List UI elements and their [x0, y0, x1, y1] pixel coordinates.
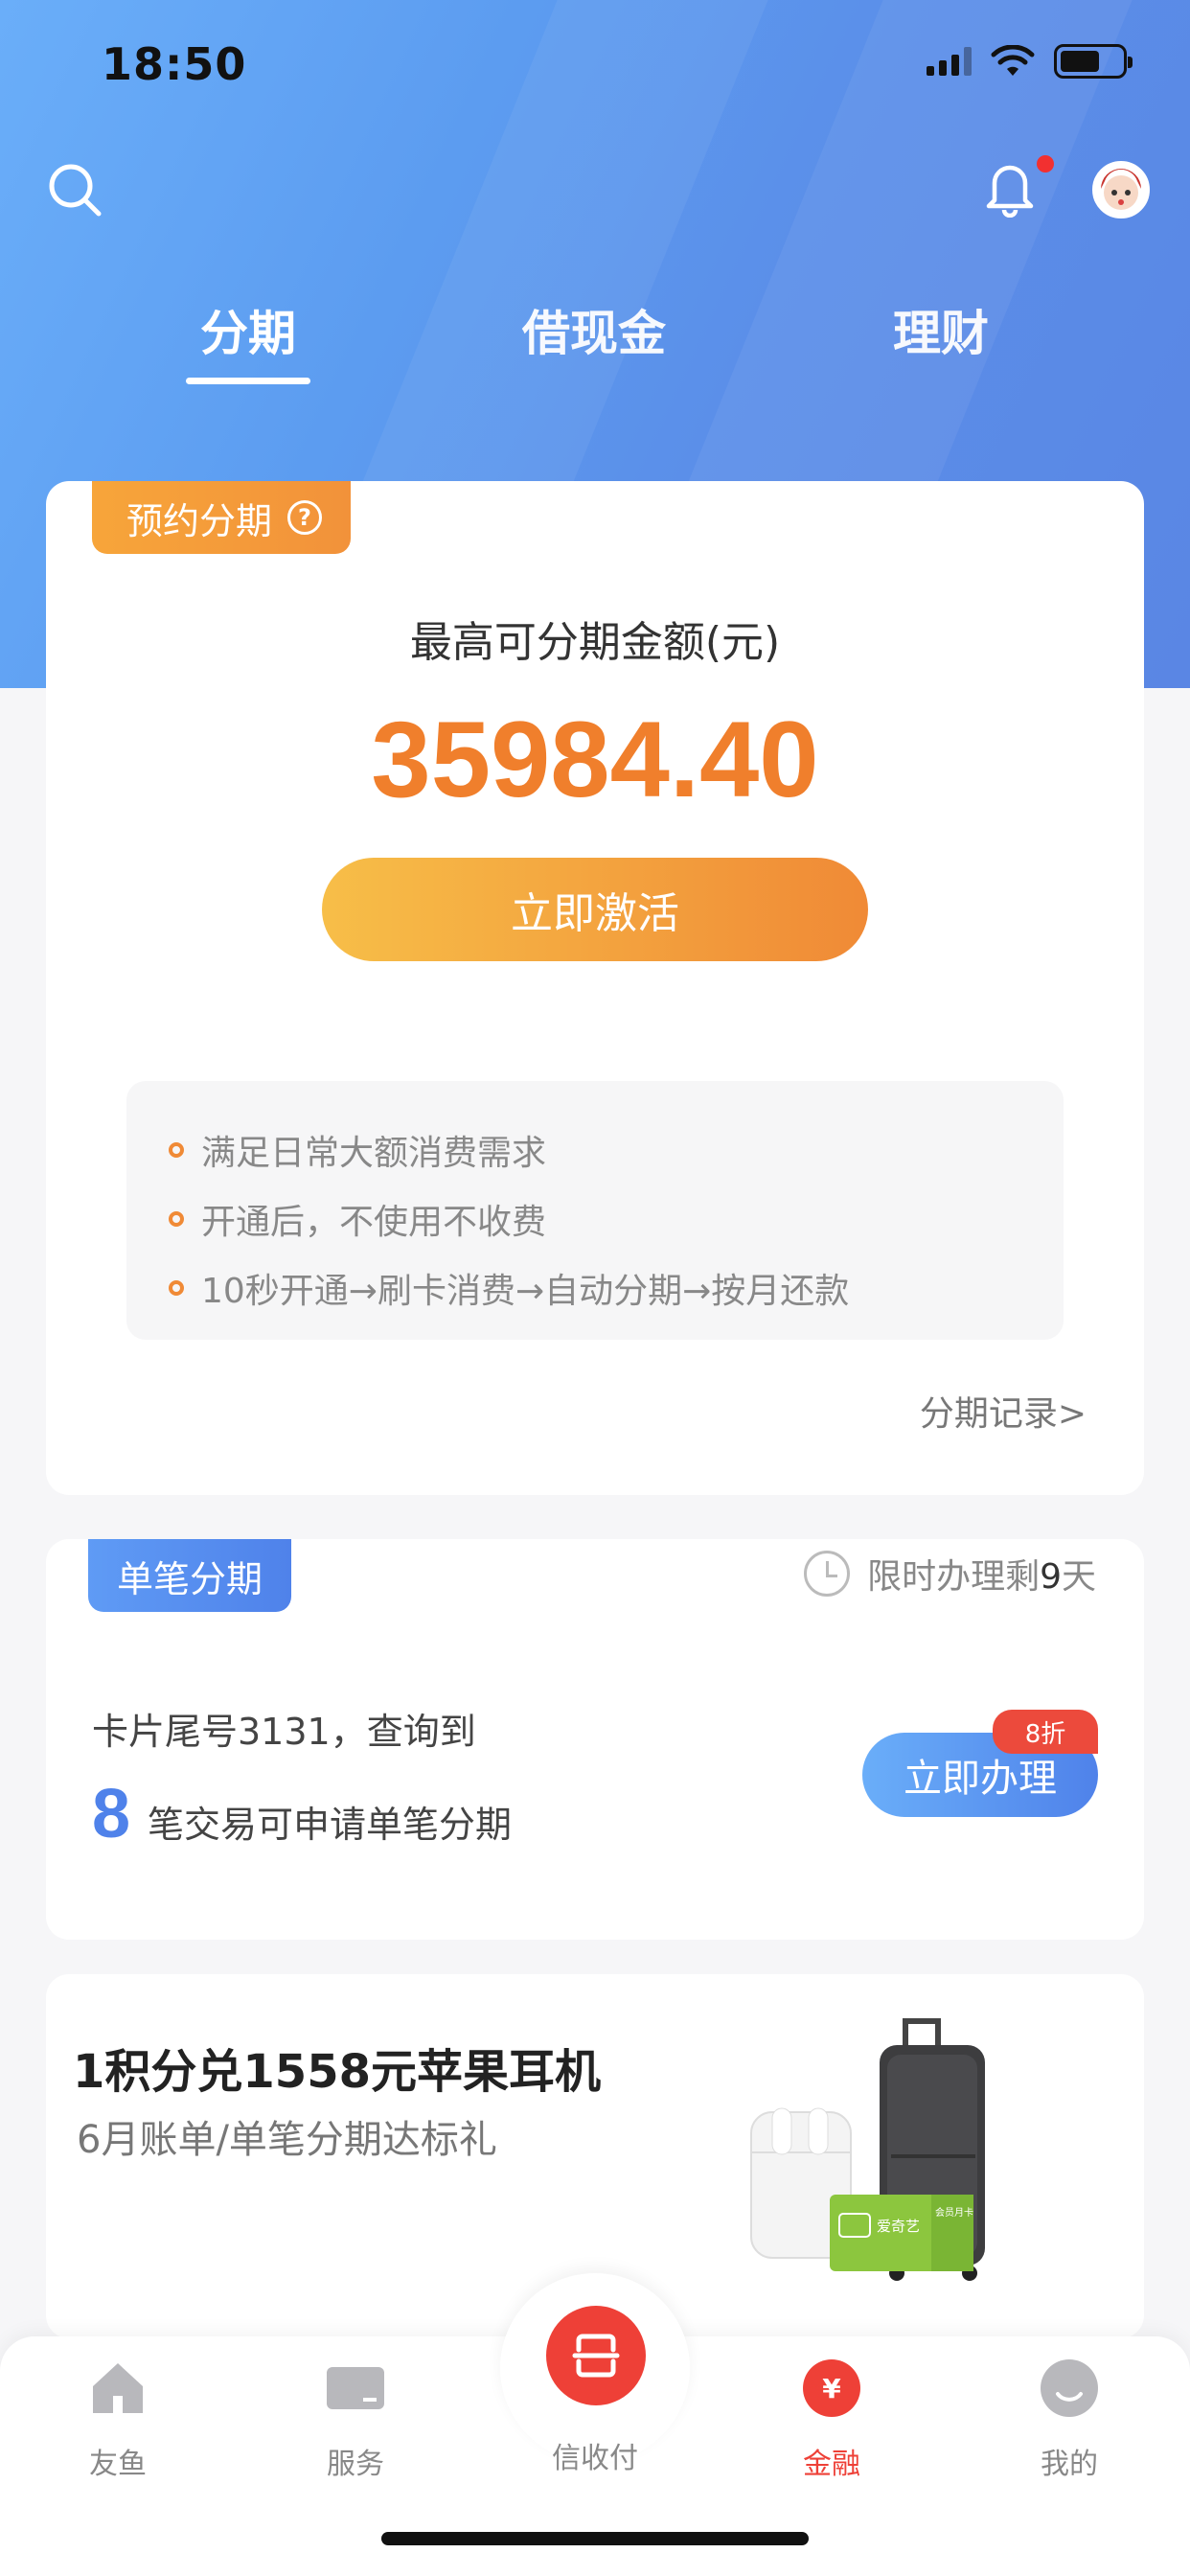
- scan-pay-button[interactable]: [546, 2306, 646, 2405]
- tab-cash-loan[interactable]: 借现金: [479, 295, 709, 364]
- promo-card-text: 爱奇艺: [877, 2218, 920, 2235]
- reserve-tag-label: 预约分期: [126, 499, 273, 542]
- promo-title: 1积分兑1558元苹果耳机: [73, 2045, 601, 2099]
- benefit-item: 开通后，不使用不收费: [169, 1184, 1064, 1254]
- promo-card-badge: 会员月卡: [935, 2206, 973, 2219]
- max-amount-value: 35984.40: [371, 700, 819, 819]
- activate-button[interactable]: 立即激活: [322, 858, 868, 961]
- limit-days: 9: [1040, 1557, 1062, 1597]
- search-icon[interactable]: [46, 161, 103, 218]
- nav-label: 金融: [803, 2448, 860, 2481]
- tab-installment[interactable]: 分期: [133, 295, 363, 364]
- bullet-icon: [169, 1280, 184, 1296]
- reserve-installment-tag[interactable]: 预约分期 ?: [92, 481, 351, 554]
- installment-record-link[interactable]: 分期记录>: [920, 1386, 1087, 1436]
- svg-text:¥: ¥: [822, 2373, 841, 2404]
- benefit-text: 开通后，不使用不收费: [201, 1203, 547, 1242]
- nav-label: 友鱼: [89, 2448, 147, 2481]
- home-icon: [93, 2363, 143, 2413]
- limited-time-notice: 限时办理剩9天: [804, 1549, 1096, 1598]
- transaction-count-row: 8 笔交易可申请单笔分期: [92, 1775, 512, 1853]
- status-time: 18:50: [102, 38, 247, 90]
- card-query-text: 卡片尾号3131，查询到: [92, 1711, 476, 1753]
- benefit-text: 10秒开通→刷卡消费→自动分期→按月还款: [201, 1272, 850, 1311]
- nav-item-mine[interactable]: 我的: [993, 2358, 1146, 2482]
- benefit-text: 满足日常大额消费需求: [201, 1134, 547, 1173]
- scan-icon: [572, 2334, 620, 2378]
- signal-icon: [927, 47, 972, 76]
- bell-icon[interactable]: [981, 158, 1039, 218]
- active-tab-indicator: [186, 378, 310, 384]
- tab-wealth[interactable]: 理财: [826, 295, 1056, 364]
- nav-item-xinshoufu[interactable]: 信收付: [518, 2434, 672, 2476]
- nav-item-finance[interactable]: ¥ 金融: [755, 2358, 908, 2482]
- limit-suffix: 天: [1061, 1557, 1096, 1597]
- profile-smile-icon: [1041, 2359, 1098, 2417]
- clock-icon: [804, 1551, 851, 1597]
- battery-icon: [1054, 44, 1133, 79]
- help-icon[interactable]: ?: [287, 500, 323, 535]
- benefit-item: 满足日常大额消费需求: [169, 1116, 1064, 1184]
- service-icon: [327, 2367, 384, 2409]
- nav-label: 服务: [327, 2448, 384, 2481]
- nav-item-youyu[interactable]: 友鱼: [41, 2358, 195, 2482]
- max-amount-label: 最高可分期金额(元): [409, 618, 781, 667]
- home-indicator[interactable]: [381, 2532, 809, 2545]
- nav-label: 我的: [1041, 2448, 1098, 2481]
- transaction-count-text: 笔交易可申请单笔分期: [148, 1804, 513, 1846]
- limit-prefix: 限时办理剩: [867, 1557, 1041, 1597]
- notification-dot: [1037, 155, 1054, 172]
- transaction-count: 8: [92, 1776, 131, 1852]
- benefit-item: 10秒开通→刷卡消费→自动分期→按月还款: [169, 1254, 1064, 1322]
- bullet-icon: [169, 1211, 184, 1227]
- status-icons: [927, 44, 1133, 79]
- avatar[interactable]: [1092, 161, 1150, 218]
- nav-item-service[interactable]: 服务: [279, 2358, 432, 2482]
- single-installment-tag: 单笔分期: [88, 1539, 291, 1612]
- bullet-icon: [169, 1142, 184, 1158]
- nav-label: 信收付: [552, 2442, 638, 2475]
- finance-yuan-icon: ¥: [803, 2359, 860, 2417]
- benefits-box: 满足日常大额消费需求 开通后，不使用不收费 10秒开通→刷卡消费→自动分期→按月…: [126, 1081, 1064, 1340]
- avatar-icon: [1095, 164, 1147, 216]
- promo-subtitle: 6月账单/单笔分期达标礼: [77, 2118, 497, 2162]
- promo-products-image: 爱奇艺 会员月卡: [750, 2018, 985, 2281]
- top-tabs: 分期 借现金 理财: [0, 295, 1190, 391]
- discount-badge: 8折: [993, 1710, 1098, 1754]
- wifi-icon: [991, 45, 1035, 76]
